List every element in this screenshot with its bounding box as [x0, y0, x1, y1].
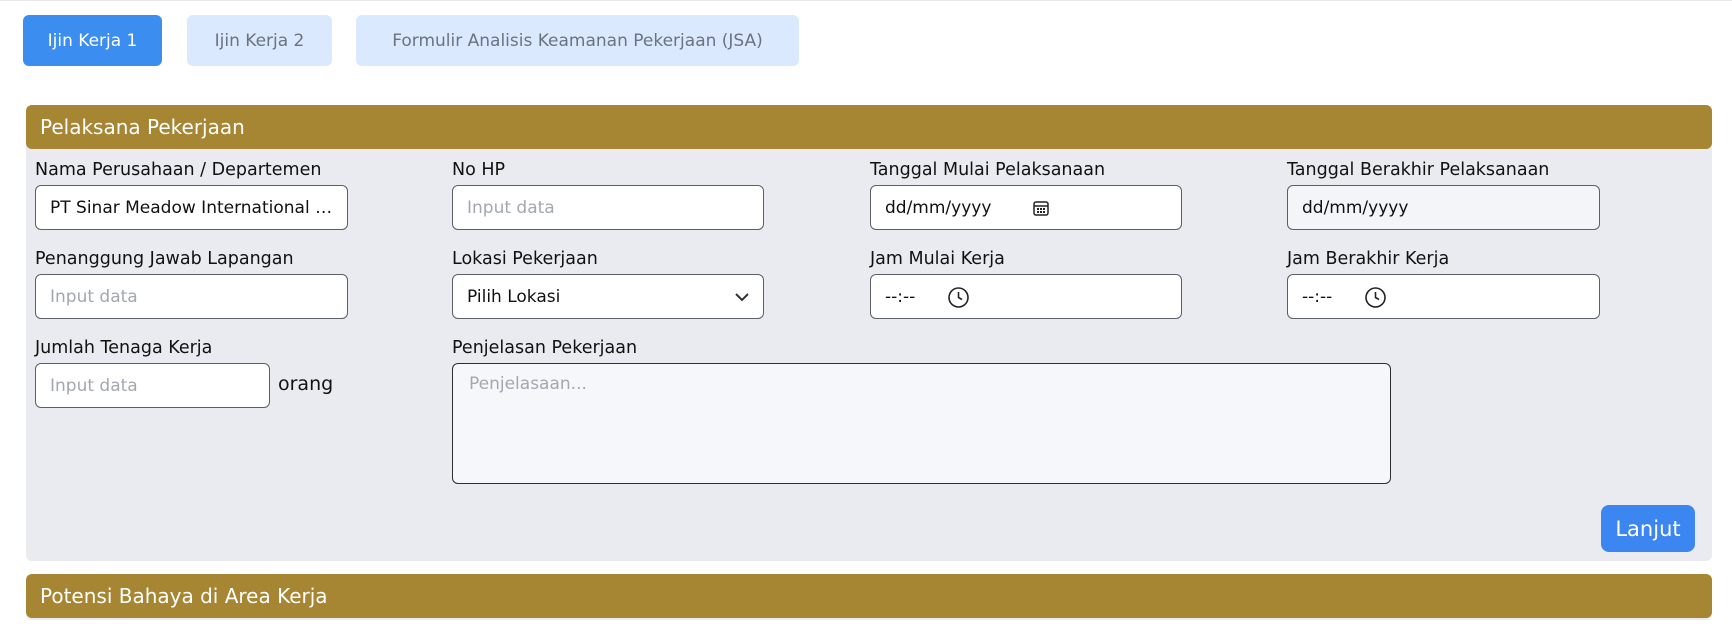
- workforce-input[interactable]: Input data: [35, 363, 270, 408]
- end-date-input[interactable]: dd/mm/yyyy: [1287, 185, 1600, 230]
- end-date-label: Tanggal Berakhir Pelaksanaan: [1287, 160, 1550, 180]
- section-work-executor: Pelaksana Pekerjaan Nama Perusahaan / De…: [26, 105, 1712, 561]
- phone-label: No HP: [452, 160, 506, 180]
- section-title: Pelaksana Pekerjaan: [40, 115, 245, 139]
- start-time-value: --:--: [885, 286, 916, 307]
- start-date-input[interactable]: dd/mm/yyyy: [870, 185, 1182, 230]
- section-work-area-hazards: Potensi Bahaya di Area Kerja: [26, 574, 1712, 620]
- workforce-placeholder: Input data: [50, 375, 138, 396]
- location-label: Lokasi Pekerjaan: [452, 249, 598, 269]
- end-time-input[interactable]: --:--: [1287, 274, 1600, 319]
- start-time-label: Jam Mulai Kerja: [870, 249, 1005, 269]
- end-date-value: dd/mm/yyyy: [1302, 197, 1409, 218]
- field-supervisor-input[interactable]: Input data: [35, 274, 348, 319]
- description-textarea[interactable]: Penjelasaan...: [452, 363, 1391, 484]
- field-supervisor-label: Penanggung Jawab Lapangan: [35, 249, 294, 269]
- end-time-label: Jam Berakhir Kerja: [1287, 249, 1450, 269]
- section-header-work-area-hazards[interactable]: Potensi Bahaya di Area Kerja: [26, 574, 1712, 618]
- next-button[interactable]: Lanjut: [1601, 505, 1695, 552]
- location-selected: Pilih Lokasi: [467, 286, 561, 307]
- location-select[interactable]: Pilih Lokasi: [452, 274, 764, 319]
- phone-input[interactable]: Input data: [452, 185, 764, 230]
- tab-jsa-form[interactable]: Formulir Analisis Keamanan Pekerjaan (JS…: [356, 15, 799, 66]
- start-time-input[interactable]: --:--: [870, 274, 1182, 319]
- description-label: Penjelasan Pekerjaan: [452, 338, 638, 358]
- end-time-value: --:--: [1302, 286, 1333, 307]
- company-input[interactable]: PT Sinar Meadow International I...: [35, 185, 348, 230]
- tab-ijin-kerja-2[interactable]: Ijin Kerja 2: [187, 15, 332, 66]
- workforce-unit: orang: [278, 373, 334, 395]
- calendar-icon[interactable]: [1032, 199, 1050, 217]
- tab-ijin-kerja-1[interactable]: Ijin Kerja 1: [23, 15, 162, 66]
- field-supervisor-placeholder: Input data: [50, 286, 138, 307]
- workforce-label: Jumlah Tenaga Kerja: [35, 338, 213, 358]
- start-date-label: Tanggal Mulai Pelaksanaan: [870, 160, 1106, 180]
- company-label: Nama Perusahaan / Departemen: [35, 160, 322, 180]
- work-permit-form-page: Ijin Kerja 1 Ijin Kerja 2 Formulir Anali…: [0, 0, 1732, 624]
- clock-icon[interactable]: [1364, 286, 1387, 309]
- description-placeholder: Penjelasaan...: [469, 374, 587, 394]
- phone-placeholder: Input data: [467, 197, 555, 218]
- company-value: PT Sinar Meadow International I...: [50, 197, 335, 218]
- clock-icon[interactable]: [947, 286, 970, 309]
- section-header-work-executor: Pelaksana Pekerjaan: [26, 105, 1712, 149]
- start-date-value: dd/mm/yyyy: [885, 197, 992, 218]
- chevron-down-icon: [733, 288, 751, 306]
- section-title: Potensi Bahaya di Area Kerja: [40, 584, 328, 608]
